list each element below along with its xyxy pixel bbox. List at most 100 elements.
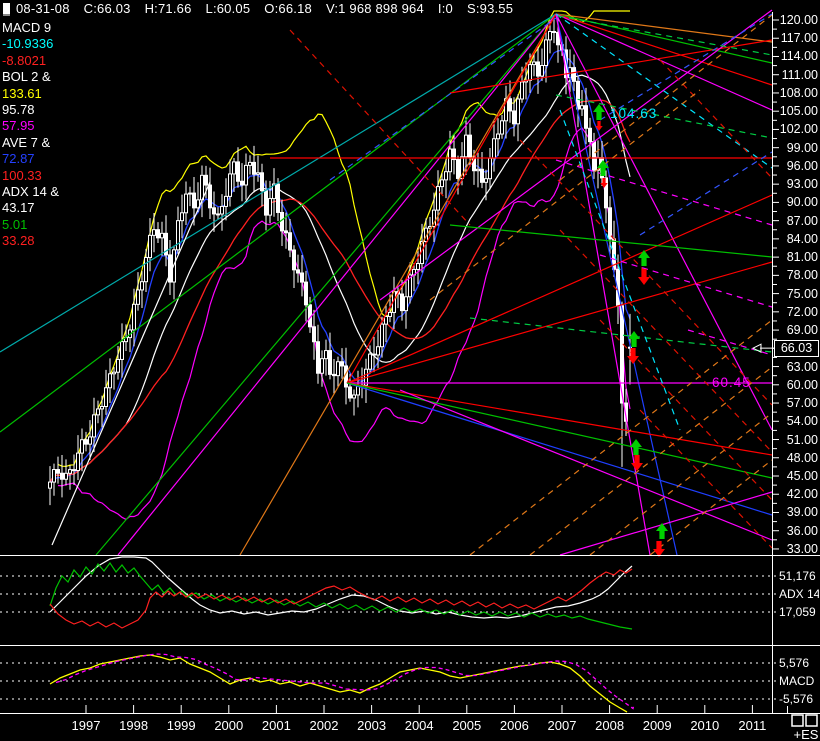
price-axis-label: 72.00 <box>778 305 818 319</box>
price-axis-label: 33.00 <box>778 542 818 556</box>
year-label-2005: 2005 <box>447 718 487 733</box>
trendline-6 <box>347 14 556 383</box>
year-label-2004: 2004 <box>399 718 439 733</box>
last-price-box: 66.03 <box>774 340 819 357</box>
header-token-5: V:1 968 898 964 <box>326 1 424 16</box>
price-axis-label: 69.00 <box>778 323 818 337</box>
trendline-4 <box>240 14 556 555</box>
panel-scale-label-4: MACD <box>779 675 819 688</box>
price-axis-label: 54.00 <box>778 414 818 428</box>
trendline-35 <box>590 413 772 555</box>
quote-header: 08-31-08 C:66.03 H:71.66 L:60.05 O:66.18 V:1 … <box>16 1 527 16</box>
sell-arrow-icon-11 <box>653 541 665 557</box>
year-label-2000: 2000 <box>209 718 249 733</box>
header-token-7: S:93.55 <box>467 1 513 16</box>
price-axis-label: 78.00 <box>778 268 818 282</box>
sell-arrow-icon-1 <box>595 121 602 131</box>
sell-arrow-icon-7 <box>627 348 639 364</box>
indicator-value-11: 43.17 <box>2 200 35 216</box>
bollinger-upper-line <box>58 11 630 466</box>
price-axis-label: 48.00 <box>778 451 818 465</box>
header-token-4: O:66.18 <box>264 1 312 16</box>
price-axis-label: 75.00 <box>778 287 818 301</box>
chart-canvas[interactable] <box>0 0 820 741</box>
price-axis-label: 51.00 <box>778 433 818 447</box>
indicator-value-4: 133.61 <box>2 86 42 102</box>
price-axis-label: 96.00 <box>778 159 818 173</box>
trendline-14 <box>556 14 772 168</box>
indicator-value-1: -10.9336 <box>2 36 53 52</box>
price-axis-label: 90.00 <box>778 195 818 209</box>
corner-checkbox-0[interactable] <box>792 715 803 726</box>
trendline-43 <box>600 255 772 307</box>
indicator-value-8: 72.87 <box>2 151 35 167</box>
candlesticks <box>49 17 632 505</box>
trendline-9 <box>556 14 772 85</box>
header-token-0: 08-31-08 <box>16 1 70 16</box>
price-axis-label: 111.00 <box>778 68 818 82</box>
trendline-19 <box>347 383 772 515</box>
price-annotation-0: 104.63 <box>610 106 657 121</box>
price-axis-label: 108.00 <box>778 86 818 100</box>
trendline-8 <box>556 14 772 63</box>
price-axis-label: 84.00 <box>778 232 818 246</box>
panel-scale-label-3: 5,576 <box>779 657 819 670</box>
price-axis-label: 99.00 <box>778 141 818 155</box>
panel-scale-label-2: 17,059 <box>779 606 819 619</box>
header-token-6: I:0 <box>438 1 453 16</box>
trendline-34 <box>530 367 772 555</box>
indicator-value-12: 5.01 <box>2 217 27 233</box>
panel-scale-label-0: 51,176 <box>779 570 819 583</box>
price-axis-label: 93.00 <box>778 177 818 191</box>
year-label-2002: 2002 <box>304 718 344 733</box>
trendline-3 <box>0 14 556 352</box>
trendline-37 <box>430 90 700 300</box>
year-label-1997: 1997 <box>66 718 106 733</box>
indicator-value-2: -8.8021 <box>2 53 46 69</box>
price-axis-label: 63.00 <box>778 360 818 374</box>
price-axis-label: 81.00 <box>778 250 818 264</box>
indicator-value-7: AVE 7 & <box>2 135 50 151</box>
indicator-value-13: 33.28 <box>2 233 35 249</box>
year-label-2010: 2010 <box>685 718 725 733</box>
indicator-value-0: MACD 9 <box>2 20 51 36</box>
corner-checkbox-1[interactable] <box>806 715 817 726</box>
year-label-2008: 2008 <box>590 718 630 733</box>
year-label-2011: 2011 <box>732 718 772 733</box>
panel-scale-label-1: ADX 14 <box>779 588 819 601</box>
app-icon <box>3 3 10 16</box>
indicator-value-6: 57.95 <box>2 118 35 134</box>
charting-app-window: 08-31-08 C:66.03 H:71.66 L:60.05 O:66.18 V:1 … <box>0 0 820 741</box>
trendline-28 <box>560 230 772 452</box>
indicator-value-5: 95.78 <box>2 102 35 118</box>
macd-line <box>50 655 627 712</box>
header-token-3: L:60.05 <box>206 1 251 16</box>
price-axis-label: 120.00 <box>778 13 818 27</box>
year-label-2007: 2007 <box>542 718 582 733</box>
price-axis-label: 60.00 <box>778 378 818 392</box>
trendline-1 <box>0 14 556 432</box>
indicator-value-9: 100.33 <box>2 168 42 184</box>
trendline-26 <box>560 492 772 555</box>
indicator-value-10: ADX 14 & <box>2 184 59 200</box>
price-axis-label: 42.00 <box>778 487 818 501</box>
price-annotation-1: 60.45 <box>712 375 751 390</box>
price-axis-label: 114.00 <box>778 49 818 63</box>
header-token-2: H:71.66 <box>145 1 192 16</box>
trendline-20 <box>347 383 772 478</box>
price-axis-label: 105.00 <box>778 104 818 118</box>
trendline-5 <box>52 182 210 545</box>
price-axis-label: 45.00 <box>778 469 818 483</box>
year-label-2001: 2001 <box>256 718 296 733</box>
symbol-label[interactable]: +ES <box>791 727 820 741</box>
indicator-value-3: BOL 2 & <box>2 69 51 85</box>
price-axis-label: 39.00 <box>778 505 818 519</box>
trendline-42 <box>556 160 772 225</box>
header-token-1: C:66.03 <box>84 1 131 16</box>
trendline-11 <box>556 14 772 430</box>
year-label-2009: 2009 <box>637 718 677 733</box>
trendline-32 <box>290 30 470 225</box>
adx-line <box>50 557 632 618</box>
year-label-1998: 1998 <box>114 718 154 733</box>
buy-arrow-icon-4 <box>638 250 650 266</box>
